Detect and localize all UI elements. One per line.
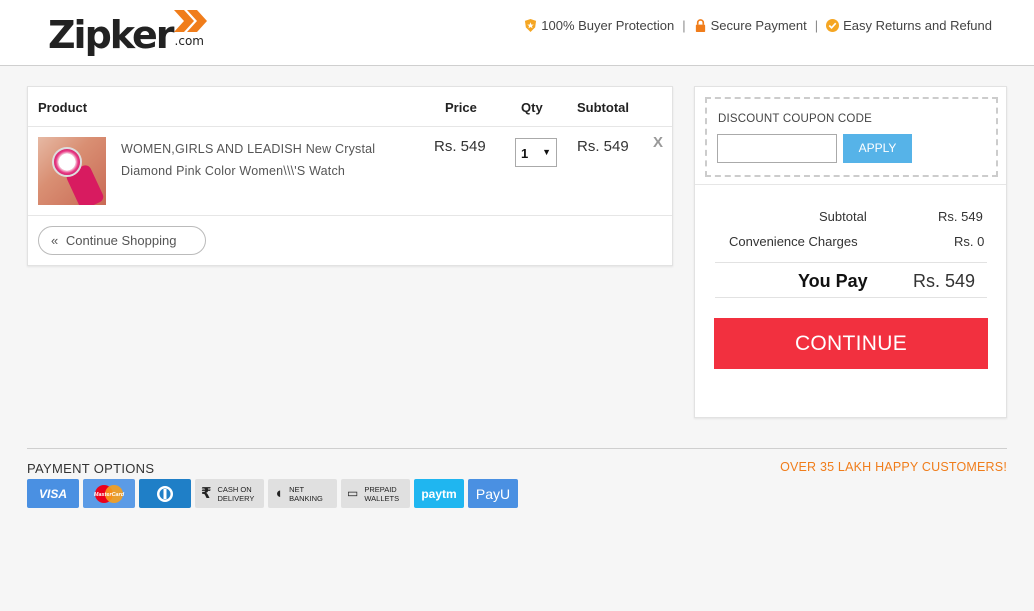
prepaid-wallets-icon: ▭ PREPAID WALLETS bbox=[341, 479, 410, 508]
convenience-charges-label: Convenience Charges bbox=[729, 234, 858, 249]
continue-shopping-label: Continue Shopping bbox=[65, 233, 177, 248]
you-pay-value: Rs. 549 bbox=[913, 271, 976, 291]
divider bbox=[715, 262, 987, 263]
separator: | bbox=[682, 18, 686, 33]
product-price: Rs. 549 bbox=[434, 138, 486, 155]
product-subtotal: Rs. 549 bbox=[577, 138, 629, 155]
divider bbox=[28, 215, 672, 216]
diners-club-icon bbox=[139, 479, 191, 508]
site-header: Zipker .com 100% Buyer Protection | Secu… bbox=[0, 0, 1034, 66]
apply-coupon-button[interactable]: APPLY bbox=[843, 134, 912, 163]
subtotal-value: Rs. 549 bbox=[938, 209, 983, 224]
trust-label: Secure Payment bbox=[710, 18, 807, 33]
col-subtotal: Subtotal bbox=[577, 100, 629, 115]
convenience-charges-value: Rs. 0 bbox=[954, 234, 985, 249]
mastercard-icon: MasterCard bbox=[83, 479, 135, 508]
paytm-icon: paytm bbox=[414, 479, 464, 508]
coupon-box: DISCOUNT COUPON CODE APPLY bbox=[705, 97, 998, 177]
trust-secure-payment: Secure Payment bbox=[694, 18, 807, 33]
continue-shopping-button[interactable]: « Continue Shopping bbox=[38, 226, 206, 255]
cart-table-header: Product Price Qty Subtotal bbox=[28, 87, 672, 127]
col-qty: Qty bbox=[521, 100, 543, 115]
payment-methods: VISA MasterCard ₹ CASH ON DELIVERY ◖ NET BAN… bbox=[27, 479, 522, 508]
check-circle-icon bbox=[826, 19, 840, 32]
zipker-logo[interactable]: Zipker .com bbox=[48, 8, 207, 58]
cash-on-delivery-icon: ₹ CASH ON DELIVERY bbox=[195, 479, 264, 508]
col-price: Price bbox=[445, 100, 477, 115]
logo-suffix: .com bbox=[174, 34, 204, 48]
logo-text: Zipker bbox=[48, 13, 175, 57]
divider bbox=[715, 297, 987, 298]
cart-panel: Product Price Qty Subtotal WOMEN,GIRLS A… bbox=[27, 86, 673, 266]
quantity-value: 1 bbox=[521, 146, 529, 161]
trust-label: 100% Buyer Protection bbox=[541, 18, 675, 33]
col-product: Product bbox=[38, 100, 88, 115]
lock-icon bbox=[695, 19, 705, 32]
caret-down-icon: ▼ bbox=[542, 147, 551, 157]
trust-badges: 100% Buyer Protection | Secure Payment |… bbox=[524, 18, 992, 33]
coupon-input[interactable] bbox=[717, 134, 837, 163]
you-pay-label: You Pay bbox=[798, 271, 868, 291]
quantity-select[interactable]: 1 ▼ bbox=[515, 138, 557, 167]
trust-label: Easy Returns and Refund bbox=[843, 18, 992, 33]
logo-arrows-icon bbox=[174, 10, 207, 32]
order-summary-panel: DISCOUNT COUPON CODE APPLY Subtotal Rs. … bbox=[694, 86, 1007, 418]
product-thumbnail[interactable] bbox=[38, 137, 106, 205]
remove-item-button[interactable]: X bbox=[653, 134, 663, 151]
trust-easy-returns: Easy Returns and Refund bbox=[826, 18, 992, 33]
continue-button[interactable]: CONTINUE bbox=[714, 318, 988, 369]
payu-icon: PayU bbox=[468, 479, 518, 508]
divider bbox=[695, 184, 1006, 185]
separator: | bbox=[814, 18, 819, 33]
net-banking-icon: ◖ NET BANKING bbox=[268, 479, 337, 508]
shield-badge-icon bbox=[525, 19, 537, 32]
visa-icon: VISA bbox=[27, 479, 79, 508]
trust-buyer-protection: 100% Buyer Protection bbox=[524, 18, 674, 33]
subtotal-label: Subtotal bbox=[819, 209, 867, 224]
svg-text:MasterCard: MasterCard bbox=[94, 492, 125, 498]
payment-options-title: PAYMENT OPTIONS bbox=[27, 461, 155, 476]
footer-divider bbox=[27, 448, 1007, 449]
product-name[interactable]: WOMEN,GIRLS AND LEADISH New Crystal Diam… bbox=[121, 138, 411, 182]
coupon-label: DISCOUNT COUPON CODE bbox=[718, 113, 872, 125]
happy-customers-text: OVER 35 LAKH HAPPY CUSTOMERS! bbox=[780, 460, 1007, 474]
double-chevron-left-icon: « bbox=[51, 233, 59, 248]
